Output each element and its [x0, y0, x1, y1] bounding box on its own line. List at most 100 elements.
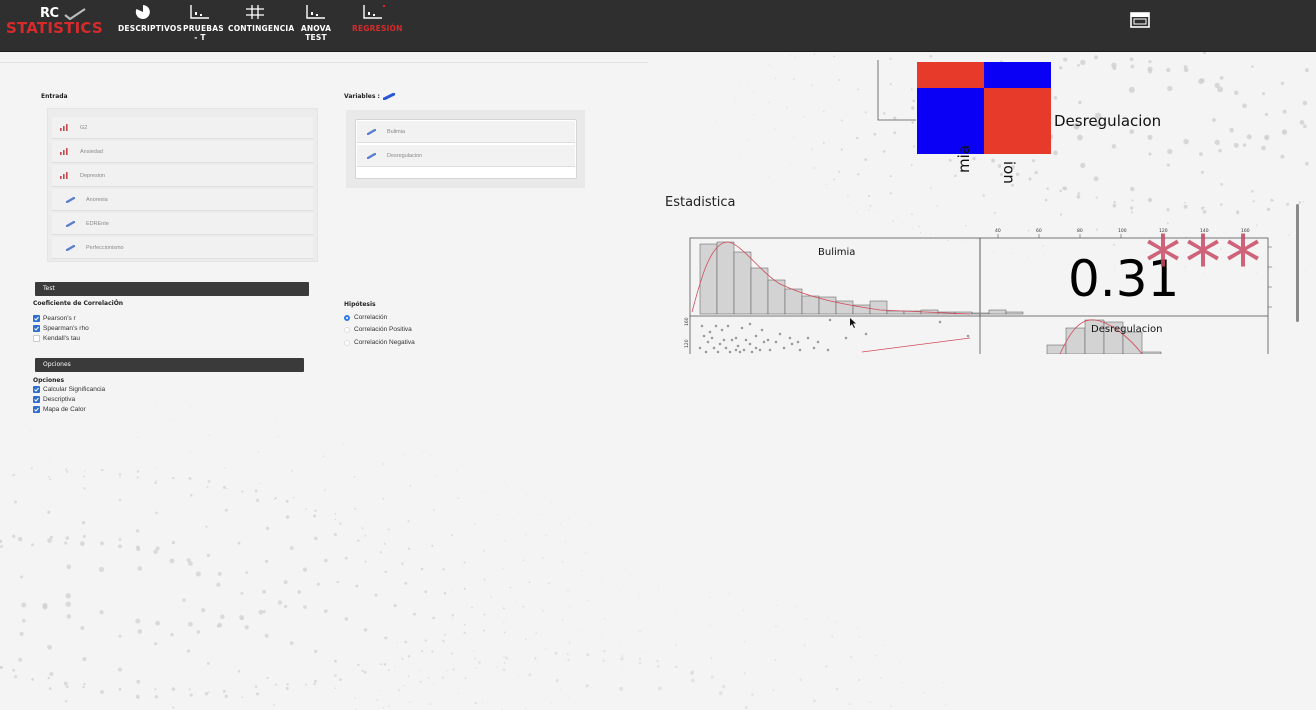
scatter-point — [724, 346, 728, 350]
scatter-point — [844, 336, 848, 340]
scatter-point — [714, 324, 718, 328]
logo-statistics-text: STATISTICS — [6, 19, 103, 37]
correlation-heatmap: mia ion — [877, 60, 1051, 184]
nav-contingencia[interactable]: CONTINGENCIA — [228, 4, 294, 33]
scatter-point — [740, 326, 744, 330]
heatmap-axis — [877, 60, 916, 121]
heatmap-cell — [984, 62, 1051, 88]
scatter-point — [798, 348, 802, 352]
scatter-point — [748, 322, 752, 326]
histogram-bar — [1046, 344, 1067, 354]
scatter-point — [790, 342, 794, 346]
left-axis-tick: 160 — [684, 317, 690, 326]
scatter-points — [698, 318, 970, 354]
pie-chart-icon — [135, 5, 150, 19]
scatter-point — [720, 328, 724, 332]
scatter-point — [816, 340, 820, 344]
heatmap-cell — [917, 62, 984, 88]
results-panel: mia ion Desregulacion Estadistica 40 60 80… — [0, 0, 1316, 710]
scatter-point — [762, 340, 766, 344]
scatter-point — [826, 348, 830, 352]
nav-anova-test-label: ANOVA TEST — [300, 24, 332, 42]
heatmap-x-label: ion — [1000, 161, 1018, 184]
histogram-bar — [750, 267, 769, 315]
histogram-bar — [699, 243, 718, 315]
histogram-bar — [1005, 311, 1024, 315]
bar-chart-icon — [190, 5, 209, 19]
scatter-point — [812, 346, 816, 350]
heatmap-y-label: Desregulacion — [1054, 112, 1162, 130]
histogram-bar — [886, 310, 905, 315]
axis-tick-label: 80 — [1077, 228, 1083, 234]
scatter-point — [736, 344, 740, 348]
scatter-point — [806, 336, 810, 340]
scatter-point — [710, 336, 714, 340]
scatter-point — [748, 342, 752, 346]
grid-icon — [246, 5, 264, 19]
histogram-bar — [971, 312, 990, 315]
scatter-point — [704, 350, 708, 354]
scatter-point — [728, 350, 732, 354]
scatter-point — [744, 338, 748, 342]
scatter-point — [778, 332, 782, 336]
scatter-point — [758, 348, 762, 352]
results-scrollbar[interactable] — [1296, 204, 1299, 322]
top-navigation-bar: RC STATISTICS DESCRIPTIVOS PRUEBAS - T C… — [0, 0, 1316, 52]
right-axis — [1268, 246, 1272, 308]
scatter-point — [828, 318, 832, 322]
estadistica-title: Estadistica — [665, 195, 736, 210]
scatter-point — [716, 350, 720, 354]
histogram-bar — [716, 241, 735, 315]
histogram-bar — [818, 296, 837, 315]
histogram-bar — [1065, 327, 1086, 354]
scatter-point — [722, 338, 726, 342]
scatter-point — [730, 338, 734, 342]
scatter-point — [708, 330, 712, 334]
nav-pruebas-t[interactable]: PRUEBAS - T — [180, 4, 224, 42]
scatter-point — [734, 348, 738, 352]
histogram-bar — [988, 309, 1007, 315]
bulimia-histogram — [699, 241, 1024, 315]
histogram-bar — [733, 251, 752, 315]
nav-pruebas-t-label: PRUEBAS - T — [183, 24, 224, 42]
scatter-point — [768, 348, 772, 352]
mouse-cursor-icon — [850, 318, 856, 328]
scatter-point — [698, 346, 702, 350]
scatter-point — [760, 328, 764, 332]
heatmap-cell — [917, 88, 984, 154]
window-icon[interactable] — [1128, 10, 1152, 30]
scatter-point — [712, 346, 716, 350]
nav-anova-test[interactable]: ANOVA TEST — [294, 4, 338, 42]
left-axis-tick: 120 — [684, 339, 690, 348]
regression-line — [861, 337, 971, 353]
heatmap-cell — [984, 88, 1051, 154]
app-logo[interactable]: RC STATISTICS — [6, 4, 112, 44]
scatter-point — [796, 340, 800, 344]
scatter-point — [754, 346, 758, 350]
scatter-point — [766, 338, 770, 342]
axis-tick-label: 40 — [995, 228, 1001, 234]
histogram-bar — [869, 300, 888, 315]
scatter-point — [938, 320, 942, 324]
nav-descriptivos-label: DESCRIPTIVOS — [118, 24, 183, 33]
diag-label-desregulacion: Desregulacion — [1091, 324, 1162, 335]
axis-tick-label: 100 — [1118, 228, 1127, 234]
significance-stars: *** — [1145, 220, 1265, 304]
scatter-point — [774, 340, 778, 344]
plot-frame — [689, 316, 1269, 354]
bar-chart-icon — [363, 4, 386, 19]
scatter-point — [734, 336, 738, 340]
histogram-bar — [801, 295, 820, 315]
scatter-point — [702, 334, 706, 338]
nav-descriptivos[interactable]: DESCRIPTIVOS — [118, 4, 182, 33]
nav-contingencia-label: CONTINGENCIA — [228, 24, 295, 33]
scatter-point — [738, 350, 742, 354]
scatter-point — [788, 336, 792, 340]
heatmap-x-label: mia — [955, 145, 973, 173]
scatter-point — [754, 334, 758, 338]
scatter-point — [700, 324, 704, 328]
axis-tick-label: 60 — [1036, 228, 1042, 234]
nav-regresion[interactable]: REGRESIÓN — [352, 4, 402, 33]
diag-label-bulimia: Bulimia — [818, 247, 855, 258]
scatter-point — [726, 324, 730, 328]
